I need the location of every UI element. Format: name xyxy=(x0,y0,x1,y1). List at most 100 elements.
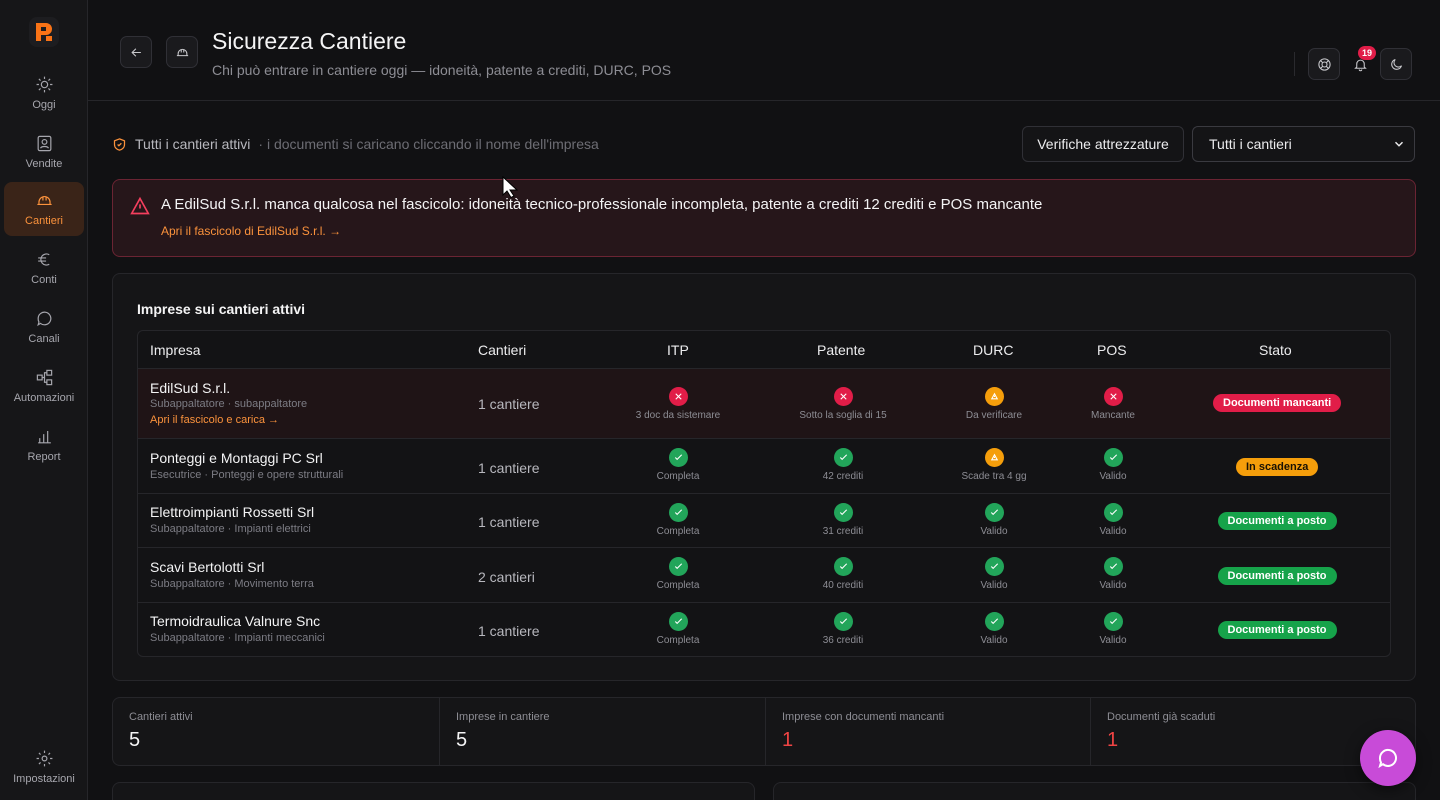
equipment-checks-button[interactable]: Verifiche attrezzature xyxy=(1022,126,1184,162)
itp-cell: Completa xyxy=(598,448,758,482)
stat-value: 5 xyxy=(129,729,141,751)
table-row[interactable]: Scavi Bertolotti Srl Subappaltatore · Mov… xyxy=(138,548,1390,603)
pos-label: Valido xyxy=(1099,635,1127,646)
company-name[interactable]: Elettroimpianti Rossetti Srl xyxy=(150,504,314,520)
itp-label: 3 doc da sistemare xyxy=(635,410,721,421)
contact-card-icon xyxy=(37,135,51,152)
page-title: Sicurezza Cantiere xyxy=(212,28,407,54)
check-icon xyxy=(984,557,1004,576)
table-row[interactable]: Elettroimpianti Rossetti Srl Subappaltato… xyxy=(138,494,1390,548)
companies-card: Imprese sui cantieri attivi Impresa Cant… xyxy=(112,273,1416,681)
check-icon xyxy=(833,448,853,467)
company-name[interactable]: EdilSud S.r.l. xyxy=(150,380,230,396)
check-icon xyxy=(833,503,853,522)
check-icon xyxy=(1103,503,1123,522)
pos-cell: Valido xyxy=(1033,503,1193,537)
column-header: POS xyxy=(1097,342,1127,358)
x-icon xyxy=(668,387,688,406)
durc-label: Valido xyxy=(980,635,1008,646)
lifebuoy-icon xyxy=(1317,57,1331,71)
itp-cell: Completa xyxy=(598,503,758,537)
x-icon xyxy=(1103,387,1123,406)
check-icon xyxy=(833,612,853,631)
check-icon xyxy=(1103,612,1123,631)
sidebar-item-conti[interactable]: Conti xyxy=(4,241,84,295)
sites-count: 1 cantiere xyxy=(478,514,540,530)
sidebar-item-vendite[interactable]: Vendite xyxy=(4,125,84,179)
chevron-down-icon xyxy=(1394,141,1404,147)
hard-hat-icon xyxy=(176,48,188,56)
sidebar-item-report[interactable]: Report xyxy=(4,418,84,472)
sidebar-item-automazioni[interactable]: Automazioni xyxy=(4,359,84,413)
site-select-value: Tutti i cantieri xyxy=(1209,136,1292,152)
site-select[interactable]: Tutti i cantieri xyxy=(1192,126,1415,162)
support-button[interactable] xyxy=(1308,48,1340,80)
company-meta: Subappaltatore · Impianti meccanici xyxy=(150,632,325,644)
sidebar-item-label: Vendite xyxy=(25,158,63,170)
moon-icon xyxy=(1390,58,1402,70)
check-icon xyxy=(1103,448,1123,467)
chat-assistant-button[interactable] xyxy=(1360,730,1416,786)
filter-scope: Tutti i cantieri attivi · i documenti si… xyxy=(112,136,599,152)
itp-label: Completa xyxy=(656,635,700,646)
itp-cell: 3 doc da sistemare xyxy=(598,387,758,421)
stat-active-sites: Cantieri attivi 5 xyxy=(113,698,440,765)
company-meta: Subappaltatore · subappaltatore xyxy=(150,398,308,410)
itp-label: Completa xyxy=(656,471,700,482)
itp-label: Completa xyxy=(656,580,700,591)
filter-hint: · i documenti si caricano cliccando il n… xyxy=(258,136,599,152)
column-header: Impresa xyxy=(150,342,201,358)
back-button[interactable] xyxy=(120,36,152,68)
itp-cell: Completa xyxy=(598,612,758,646)
sidebar-item-canali[interactable]: Canali xyxy=(4,300,84,354)
sidebar-item-label: Canali xyxy=(28,333,60,345)
patente-label: 40 crediti xyxy=(822,580,864,591)
table-header: Impresa Cantieri ITP Patente DURC POS St… xyxy=(138,331,1390,369)
theme-toggle-button[interactable] xyxy=(1380,48,1412,80)
alert-message: A EdilSud S.r.l. manca qualcosa nel fasc… xyxy=(161,196,1043,213)
pos-cell: Mancante xyxy=(1033,387,1193,421)
sites-count: 1 cantiere xyxy=(478,623,540,639)
warning-icon xyxy=(984,448,1004,467)
company-meta: Subappaltatore · Impianti elettrici xyxy=(150,523,311,535)
durc-label: Da verificare xyxy=(965,410,1023,421)
sites-count: 2 cantieri xyxy=(478,569,535,585)
patente-cell: 40 crediti xyxy=(763,557,923,591)
itp-label: Completa xyxy=(656,526,700,537)
check-icon xyxy=(984,503,1004,522)
open-file-link[interactable]: Apri il fascicolo e carica → xyxy=(150,414,279,426)
mouse-cursor-icon xyxy=(502,176,519,198)
check-icon xyxy=(1103,557,1123,576)
app-logo[interactable] xyxy=(29,17,59,47)
missing-documents-alert: A EdilSud S.r.l. manca qualcosa nel fasc… xyxy=(112,179,1416,257)
patente-cell: 42 crediti xyxy=(763,448,923,482)
stat-label: Imprese con documenti mancanti xyxy=(782,711,945,723)
check-icon xyxy=(668,557,688,576)
sidebar-item-impostazioni[interactable]: Impostazioni xyxy=(4,740,84,794)
check-icon xyxy=(984,612,1004,631)
alert-open-file-link[interactable]: Apri il fascicolo di EdilSud S.r.l. → xyxy=(161,224,341,238)
sidebar-item-cantieri[interactable]: Cantieri xyxy=(4,182,84,236)
column-header: ITP xyxy=(667,342,689,358)
company-name[interactable]: Ponteggi e Montaggi PC Srl xyxy=(150,450,323,466)
pos-label: Valido xyxy=(1099,471,1127,482)
table-row[interactable]: Termoidraulica Valnure Snc Subappaltatore… xyxy=(138,603,1390,656)
sidebar-item-label: Oggi xyxy=(32,99,56,111)
pos-label: Valido xyxy=(1099,526,1127,537)
sidebar-item-label: Report xyxy=(27,451,61,463)
bar-chart-icon xyxy=(37,430,51,444)
company-name[interactable]: Termoidraulica Valnure Snc xyxy=(150,613,320,629)
company-name[interactable]: Scavi Bertolotti Srl xyxy=(150,559,264,575)
sidebar-item-oggi[interactable]: Oggi xyxy=(4,66,84,120)
table-row[interactable]: Ponteggi e Montaggi PC Srl Esecutrice · P… xyxy=(138,439,1390,494)
sites-count: 1 cantiere xyxy=(478,460,540,476)
check-icon xyxy=(668,503,688,522)
stat-value: 1 xyxy=(782,729,794,751)
stat-companies-missing-docs: Imprese con documenti mancanti 1 xyxy=(766,698,1091,765)
sidebar-item-label: Impostazioni xyxy=(13,773,75,785)
pos-cell: Valido xyxy=(1033,557,1193,591)
gear-icon xyxy=(36,750,52,767)
column-header: DURC xyxy=(973,342,1014,358)
table-row[interactable]: EdilSud S.r.l. Subappaltatore · subappalt… xyxy=(138,369,1390,439)
header-divider xyxy=(1294,52,1295,76)
